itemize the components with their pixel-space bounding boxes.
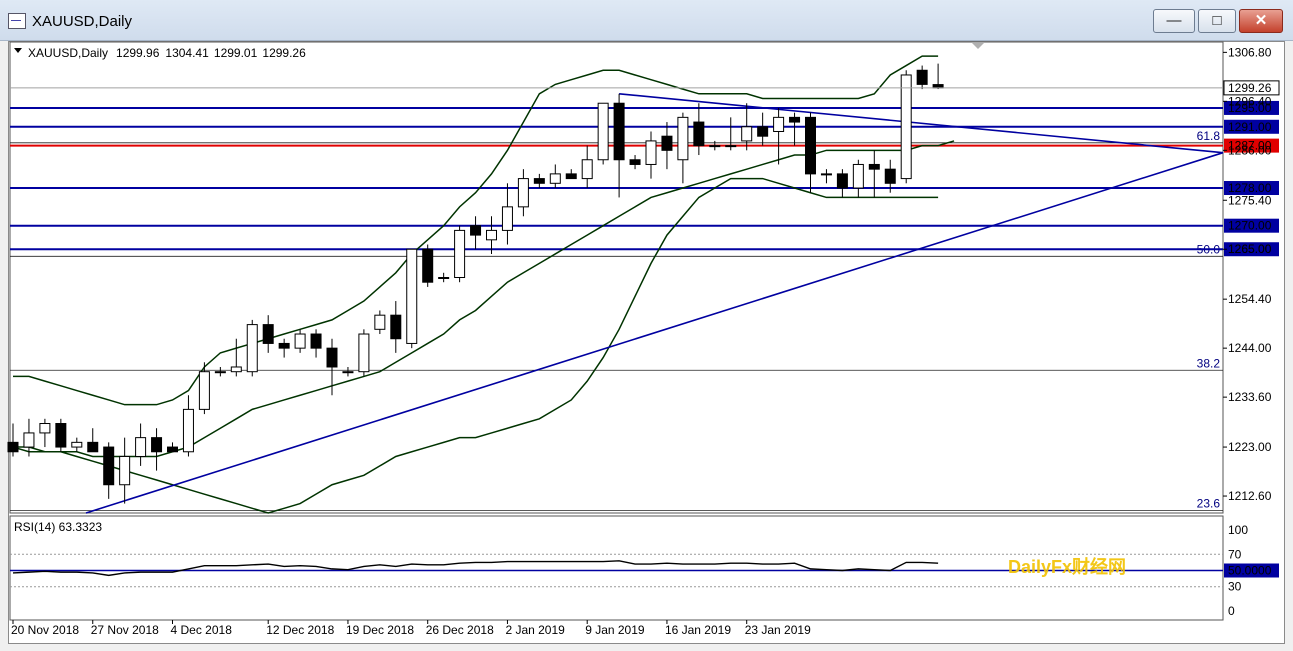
x-tick-label: 9 Jan 2019 — [585, 623, 645, 637]
candle-body — [677, 116, 689, 161]
candle-body — [709, 145, 721, 148]
chart-header-text: XAUUSD,Daily 1299.96 1304.41 1299.01 1299.26 — [28, 46, 306, 60]
candle-body — [230, 366, 242, 373]
y-tick-label: 1244.00 — [1228, 341, 1272, 355]
candle-body — [517, 178, 529, 208]
candle-body — [470, 225, 482, 236]
candle-body — [23, 432, 35, 448]
candle-body — [549, 173, 561, 184]
x-tick-label: 12 Dec 2018 — [266, 623, 334, 637]
candle-body — [167, 446, 178, 453]
x-tick-label: 26 Dec 2018 — [426, 623, 494, 637]
candle-body — [533, 178, 545, 184]
candle-body — [773, 116, 785, 132]
candle-body — [406, 248, 418, 344]
rsi-tick-label: 70 — [1228, 547, 1242, 561]
candle-body — [246, 324, 258, 373]
candle-body — [310, 333, 322, 349]
candle-body — [71, 441, 83, 448]
candle-body — [342, 371, 354, 374]
candle-body — [214, 371, 226, 374]
x-tick-label: 27 Nov 2018 — [91, 623, 159, 637]
candle-body — [262, 324, 274, 344]
rsi-level-label: 50.0000 — [1228, 564, 1272, 578]
candle-body — [789, 116, 801, 123]
y-tick-label: 1212.60 — [1228, 489, 1272, 503]
fib-level-label: 61.8 — [1197, 129, 1221, 143]
candle-body — [326, 347, 338, 368]
candle-body — [7, 441, 19, 453]
price-level-label: 1291.00 — [1228, 120, 1272, 134]
downtrend-line — [619, 93, 1224, 154]
watermark-text: DailyFx财经网 — [1008, 556, 1126, 577]
y-tick-label: 1233.60 — [1228, 390, 1272, 404]
candle-body — [486, 229, 497, 241]
candle-body — [757, 126, 769, 137]
candle-body — [820, 173, 832, 176]
candle-body — [565, 173, 577, 180]
candle-body — [198, 371, 210, 410]
candle-body — [119, 455, 131, 486]
x-tick-label: 20 Nov 2018 — [11, 623, 79, 637]
candle-body — [182, 408, 194, 453]
candle-body — [645, 140, 657, 165]
candle-body — [422, 248, 434, 283]
fib-level-label: 23.6 — [1197, 497, 1221, 511]
candle-body — [501, 206, 513, 231]
x-tick-label: 16 Jan 2019 — [665, 623, 731, 637]
y-tick-label: 1254.40 — [1228, 292, 1272, 306]
candle-body — [661, 135, 673, 151]
x-tick-label: 19 Dec 2018 — [346, 623, 414, 637]
rsi-tick-label: 100 — [1228, 523, 1248, 537]
candle-body — [741, 126, 753, 142]
candle-body — [916, 69, 928, 85]
price-chart-svg: XAUUSD,Daily 1299.96 1304.41 1299.01 1299.26… — [7, 41, 1280, 637]
candle-body — [358, 333, 370, 373]
candle-body — [693, 121, 705, 147]
chart-shift-marker-icon[interactable] — [972, 43, 984, 49]
y-tick-label: 1306.80 — [1228, 45, 1272, 59]
candle-body — [278, 342, 290, 349]
candle-body — [374, 314, 386, 330]
y-tick-label: 1275.40 — [1228, 193, 1272, 207]
candle-body — [581, 159, 593, 180]
candle-body — [103, 446, 115, 486]
rsi-tick-label: 0 — [1228, 604, 1235, 618]
rsi-tick-label: 30 — [1228, 580, 1242, 594]
candle-body — [55, 423, 67, 448]
fib-level-label: 38.2 — [1197, 356, 1221, 370]
candle-body — [39, 423, 51, 434]
candle-body — [868, 163, 880, 170]
candle-body — [87, 441, 99, 453]
candle-body — [597, 102, 609, 161]
candle-body — [725, 145, 737, 148]
rsi-line — [12, 560, 939, 577]
rsi-label: RSI(14) 63.3323 — [14, 520, 102, 534]
x-tick-label: 23 Jan 2019 — [745, 623, 811, 637]
x-tick-label: 4 Dec 2018 — [171, 623, 233, 637]
candle-body — [900, 74, 912, 180]
candle-body — [805, 116, 816, 175]
y-tick-label: 1223.00 — [1228, 440, 1272, 454]
candle-body — [390, 314, 402, 340]
y-tick-label: 1265.00 — [1228, 242, 1272, 256]
x-tick-label: 2 Jan 2019 — [505, 623, 565, 637]
current-price-label: 1299.26 — [1228, 81, 1272, 95]
candle-body — [613, 102, 625, 161]
candle-body — [151, 437, 163, 453]
price-level-label: 1270.00 — [1228, 219, 1272, 233]
candle-body — [629, 159, 641, 165]
candle-body — [135, 437, 147, 457]
candle-body — [438, 277, 450, 279]
candle-body — [454, 229, 466, 278]
candle-body — [852, 163, 864, 189]
y-tick-label: 1286.00 — [1228, 143, 1272, 157]
y-tick-label: 1296.40 — [1228, 94, 1272, 108]
candle-body — [884, 168, 896, 184]
dropdown-arrow-icon[interactable] — [14, 48, 22, 53]
candle-body — [294, 333, 306, 349]
candle-body — [836, 173, 848, 189]
